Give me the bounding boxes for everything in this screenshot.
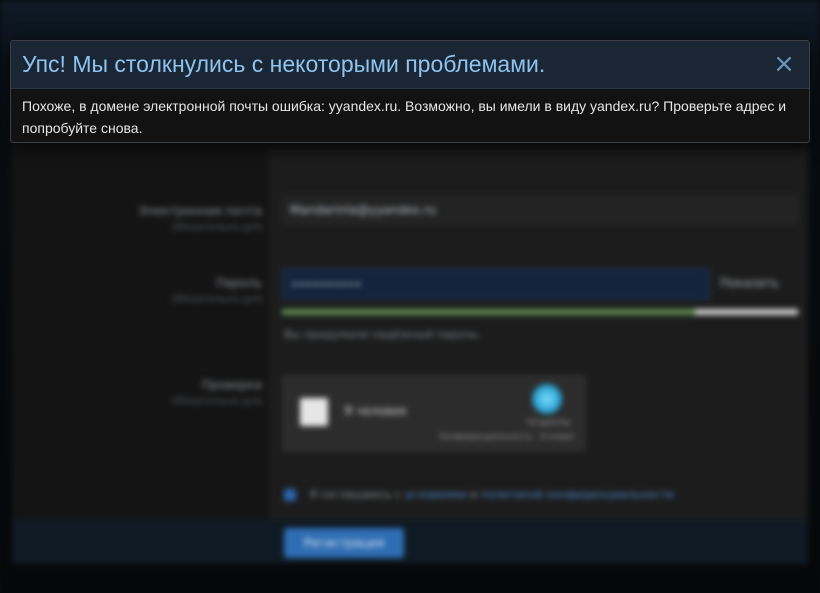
captcha-required-note: Обязательно для (171, 396, 262, 407)
dialog-message: Похоже, в домене электронной почты ошибк… (22, 98, 787, 136)
password-hint: Вы придумали надёжный пароль. (284, 328, 482, 341)
captcha-label: Проверка Обязательно для (26, 378, 262, 407)
terms-agreement: Я соглашаюсь с условиями и политикой кон… (284, 488, 674, 501)
terms-link[interactable]: условиями (405, 488, 467, 501)
error-dialog: Упс! Мы столкнулись с некоторыми проблем… (10, 40, 810, 143)
email-required-note: Обязательно для (171, 222, 262, 233)
dialog-header: Упс! Мы столкнулись с некоторыми проблем… (11, 41, 809, 89)
password-field[interactable]: •••••••••• (282, 268, 710, 300)
password-required-note: Обязательно для (171, 294, 262, 305)
captcha-logo-icon (532, 384, 562, 414)
terms-and: и (470, 488, 478, 501)
captcha-links[interactable]: Конфиденциальность · Условия (440, 432, 574, 441)
captcha-brand: hCaptcha (527, 418, 570, 428)
email-field[interactable]: Mandarinla@yyandex.ru (282, 194, 798, 226)
privacy-link[interactable]: политикой конфиденциальности (481, 488, 674, 501)
captcha-text: Я человек (344, 404, 408, 418)
terms-checkbox[interactable] (284, 489, 296, 501)
page: Электронная почта Обязательно для Mandar… (0, 0, 820, 593)
password-strength-meter (282, 309, 798, 315)
register-button[interactable]: Регистрация (284, 528, 404, 558)
captcha-widget[interactable]: Я человек hCaptcha Конфиденциальность · … (282, 374, 586, 452)
close-icon[interactable]: × (771, 50, 797, 78)
dialog-title: Упс! Мы столкнулись с некоторыми проблем… (22, 51, 546, 77)
form-footer (12, 520, 808, 564)
captcha-checkbox[interactable] (300, 398, 328, 426)
password-strength-fill (282, 309, 695, 315)
show-password-toggle[interactable]: Показать (720, 276, 779, 290)
terms-prefix: Я соглашаюсь с (309, 488, 402, 501)
password-label: Пароль Обязательно для (26, 276, 262, 305)
email-label: Электронная почта Обязательно для (26, 204, 262, 233)
